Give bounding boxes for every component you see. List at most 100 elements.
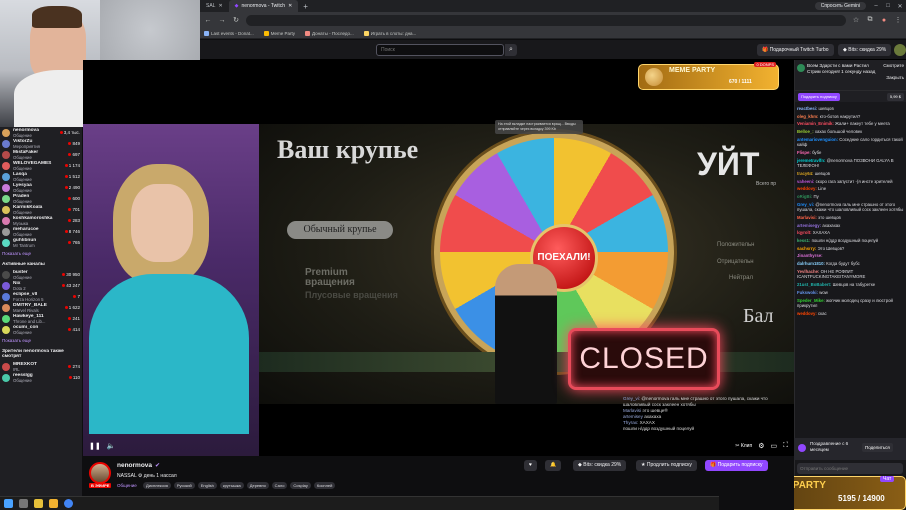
stream-tag[interactable]: Сало [271,482,288,489]
stream-tag[interactable]: Дисплексия [143,482,171,489]
search-taskbar-icon[interactable] [19,499,28,508]
chat-username[interactable]: Grey_vi: [797,202,814,207]
stream-tag[interactable]: Русский [173,482,195,489]
bookmark-item[interactable]: Донаты - Последо... [305,30,354,36]
browser-tab[interactable]: SAL ✕ [200,0,229,12]
regular-croupier-button[interactable]: Обычный крупье [287,221,393,239]
gift-turbo-button[interactable]: 🎁 Подарочный Twitch Turbo [757,44,834,56]
sidebar-channel[interactable]: eclipse_vll Forza Horizon 5 7 [0,291,82,302]
forward-icon[interactable]: → [218,17,226,24]
chat-username[interactable]: antemariovenguion: [797,137,838,142]
stream-tag[interactable]: Косплей [313,482,336,489]
sidebar-channel[interactable]: buster Общение 30 950 [0,269,82,280]
category-link[interactable]: Общение [117,483,137,488]
gift-sub-chat-button[interactable]: Подарить подписку [798,93,840,101]
chat-username[interactable]: Veniamin_Enimik: [797,121,834,126]
video-player[interactable]: Ваш крупье Обычный крупье Premium вращен… [83,60,794,456]
chat-username[interactable]: 21ust_BoBabert: [797,282,831,287]
sidebar-channel[interactable]: WELOVEGAMES Общение 1 174 [0,160,82,171]
pause-icon[interactable]: ❚❚ [89,442,101,450]
sidebar-channel[interactable]: ViktorZu Мероприятия 849 [0,138,82,149]
url-field[interactable] [246,14,846,26]
sidebar-channel[interactable]: koshkamoroshka Музыка 283 [0,215,82,226]
show-more-link[interactable]: Показать еще [0,335,82,346]
chat-username[interactable]: weddovy: [797,186,817,191]
star-icon[interactable]: ☆ [852,16,860,24]
bookmark-item[interactable]: Last events - Donat... [204,30,254,36]
follow-heart-button[interactable]: ♥ [524,460,537,471]
maximize-icon[interactable]: □ [882,3,894,9]
sidebar-channel[interactable]: meharucoe Общение 8 746 [0,226,82,237]
sidebar-channel[interactable]: Praden Общение 600 [0,193,82,204]
theatre-mode-icon[interactable]: ▭ [770,442,777,450]
volume-icon[interactable]: 🔈 [107,442,116,450]
chrome-icon[interactable] [64,499,73,508]
new-tab-button[interactable]: + [298,2,313,11]
close-button[interactable]: Закрыть [883,75,904,81]
channel-avatar[interactable] [89,462,111,484]
close-icon[interactable]: ✕ [218,3,222,9]
chat-username[interactable]: Flispe: [797,150,811,155]
stream-tag[interactable]: крутышка [219,482,244,489]
search-icon[interactable]: ⌕ [505,44,517,56]
stream-tag[interactable]: Cosplay [290,482,311,489]
sidebar-channel[interactable]: ocumi_con Общение 414 [0,324,82,335]
chat-username[interactable]: Jinanthyrse: [797,253,823,258]
folder-icon[interactable] [49,499,58,508]
clip-button[interactable]: ✂ Клип [735,443,752,449]
chat-username[interactable]: vaheeni: [797,179,814,184]
sidebar-channel[interactable]: Hawkeye_111 Throne and Lib... 241 [0,313,82,324]
watch-button[interactable]: Смотрите [883,63,904,69]
chat-username[interactable]: tracy64: [797,171,813,176]
share-button[interactable]: Поделиться [862,443,893,452]
menu-icon[interactable]: ⋮ [894,16,902,24]
minimize-icon[interactable]: – [870,3,882,9]
sidebar-channel[interactable]: Lasqa Общение 1 512 [0,171,82,182]
gift-sub-button[interactable]: 🎁 Подарить подписку [705,460,768,471]
profile-icon[interactable]: ● [880,17,888,24]
chat-username[interactable]: Speder_Mike: [797,298,825,303]
chat-input[interactable] [797,463,903,474]
gift-price[interactable]: 5,99 $ [886,93,904,101]
sidebar-channel[interactable]: Lyesyaa Общение 2 490 [0,182,82,193]
yandex-icon[interactable] [34,499,43,508]
bits-button[interactable]: ◆ Bits: скидка 29% [573,460,627,471]
sidebar-channel[interactable]: MREXKOT IRL 274 [0,361,82,372]
chat-username[interactable]: artemisegy: [797,223,821,228]
fullscreen-icon[interactable]: ⛶ [783,442,788,450]
chat-username[interactable]: Marlavisi: [797,215,817,220]
show-more-link[interactable]: Показать еще [0,248,82,259]
back-icon[interactable]: ← [204,17,212,24]
chat-username[interactable]: oleg_khm: [797,114,819,119]
chat-username[interactable]: reactbesi: [797,106,817,111]
chat-send-button[interactable]: Чат [880,476,895,482]
bookmark-item[interactable]: Играть в слоты: дна... [363,30,416,36]
resub-button[interactable]: ★ Продлить подписку [636,460,697,471]
stream-tag[interactable]: Деревня [246,482,269,489]
bookmark-item[interactable]: Meme Party [263,30,295,36]
chat-username[interactable]: dalrhum1810: [797,261,825,266]
reload-icon[interactable]: ↻ [232,16,240,24]
chat-username[interactable]: sachsrry: [797,246,816,251]
sidebar-channel[interactable]: Nix Dota 2 43 247 [0,280,82,291]
chat-username[interactable]: Fukswoki: [797,290,818,295]
chat-username[interactable]: jeremetravlfn: [797,158,825,163]
channel-name[interactable]: nenormova [117,462,152,469]
chat-username[interactable]: lqyrolt: [797,230,812,235]
bits-button[interactable]: ◆ Bits: скидка 29% [838,44,892,56]
close-icon[interactable]: ✕ [288,3,292,9]
stream-tag[interactable]: English [197,482,217,489]
windows-start-icon[interactable] [4,499,13,508]
gemini-button[interactable]: Спросить Gemini [814,2,866,10]
chat-username[interactable]: Yevlhache: [797,269,819,274]
chat-username[interactable]: oRigBi: [797,194,812,199]
sidebar-channel[interactable]: MistaFaker Общение 697 [0,149,82,160]
notify-button[interactable]: 🔔 [545,460,562,471]
sidebar-channel[interactable]: nenormova Общение 3,4 тыс. [0,127,82,138]
chat-username[interactable]: weddovy: [797,311,817,316]
sidebar-channel[interactable]: KarmikKoala Общение 701 [0,204,82,215]
sidebar-channel[interactable]: DMITRY_BALE Marvel Rivals 1 622 [0,302,82,313]
settings-icon[interactable]: ⚙ [758,442,764,450]
avatar[interactable] [894,44,906,56]
search-input[interactable] [376,44,504,56]
